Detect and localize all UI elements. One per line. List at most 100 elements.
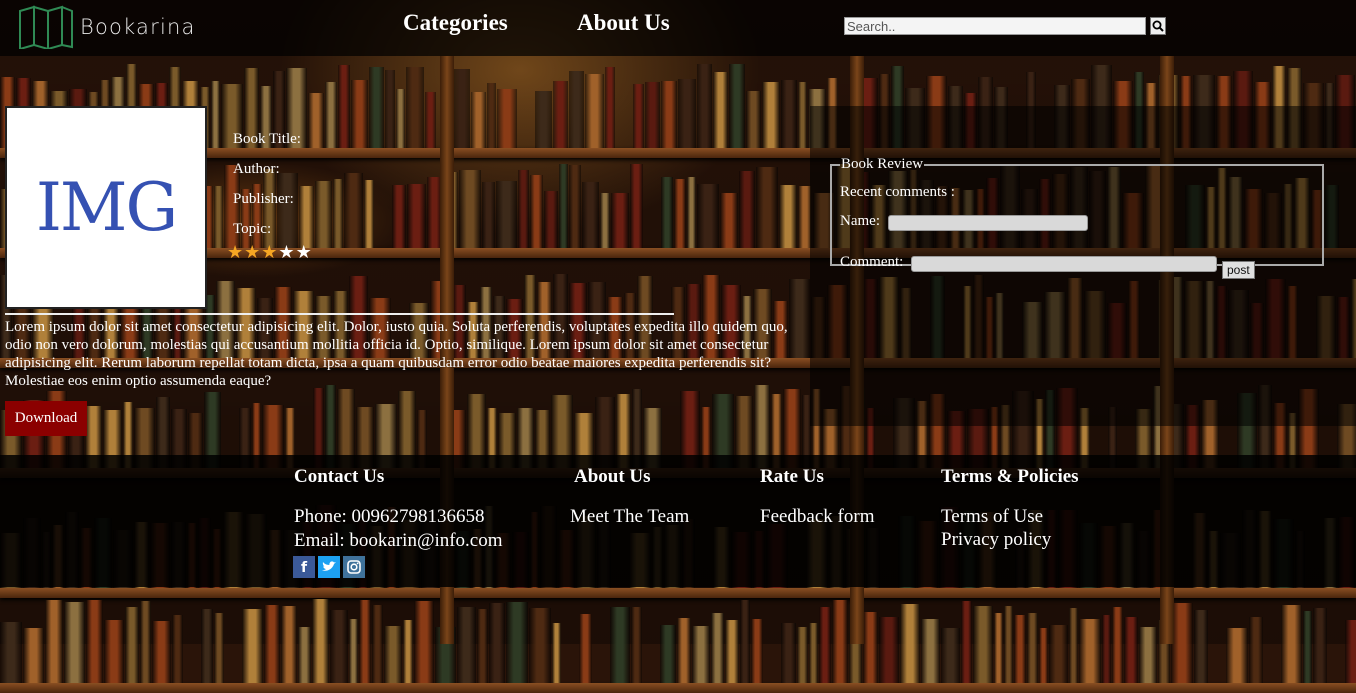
book-spine [471,92,486,148]
nav-about-us[interactable]: About Us [577,10,670,36]
book-spine [678,79,696,148]
comment-input[interactable] [911,256,1217,272]
contact-email: Email: bookarin@info.com [294,530,503,551]
recent-comments-label: Recent comments : [840,184,955,200]
book-spine [941,628,960,683]
book-spine [879,617,899,683]
book-spine [1303,611,1312,683]
book-spine [1069,608,1078,683]
book-spine [214,186,223,248]
book-spine [477,609,488,683]
nav-categories[interactable]: Categories [403,10,508,36]
search-input[interactable] [844,17,1146,35]
footer-terms-heading: Terms & Policies [941,466,1079,487]
book-spine [529,608,551,683]
book-spine [414,601,434,683]
book-spine [308,93,324,148]
book-spine [797,627,808,683]
book-spine [325,82,337,148]
book-spine [1313,608,1327,683]
book-spine [384,626,402,683]
star-empty-icon[interactable]: ★ [278,243,294,263]
name-label: Name: [840,213,880,229]
book-spine [674,179,686,248]
book-spine [559,164,568,248]
book-spine [692,626,710,683]
name-input[interactable] [888,215,1088,231]
book-spine [277,173,298,248]
book-spine [172,615,183,683]
book-spine [338,65,350,148]
contact-phone: Phone: 00962798136658 [294,506,485,527]
feedback-form-link[interactable]: Feedback form [760,506,874,528]
footer-contact-heading: Contact Us [294,466,385,487]
privacy-policy-link[interactable]: Privacy policy [941,529,1051,551]
book-spine [359,600,371,683]
book-spine [697,184,719,248]
book-spine [973,606,993,683]
book-spine [1049,625,1068,683]
book-spine [1102,615,1111,683]
author-label: Author: [233,161,280,177]
book-spine [552,623,561,683]
star-empty-icon[interactable]: ★ [296,243,312,263]
book-spine [281,606,297,683]
book-spine [725,620,739,683]
footer-rate-heading: Rate Us [760,466,824,487]
book-spine [1171,603,1193,683]
twitter-icon[interactable] [318,556,340,578]
book-spine [344,173,363,248]
book-spine [425,92,436,148]
footer: Contact Us Phone: 00962798136658 Email: … [0,455,1356,587]
comment-label: Comment: [840,254,904,270]
book-spine [720,193,738,248]
book-spine [779,185,797,248]
book-spine [751,619,763,683]
post-button[interactable]: post [1222,261,1255,279]
star-filled-icon[interactable]: ★ [244,243,260,263]
book-spine [832,600,848,683]
review-legend: Book Review [841,156,924,172]
shelf-plank [0,683,1356,693]
book-spine [403,620,413,683]
book-spine [535,91,552,148]
book-spine [496,181,517,248]
instagram-icon[interactable] [343,556,365,578]
book-cover-image: IMG [5,106,207,309]
terms-of-use-link[interactable]: Terms of Use [941,506,1043,528]
publisher-label: Publisher: [233,191,294,207]
rating-stars[interactable]: ★ ★ ★ ★ ★ [227,243,312,263]
book-spine [0,622,22,683]
brand-logo[interactable]: Bookarina [16,5,196,49]
book-spine [530,175,543,248]
social-links: f [293,556,365,578]
book-spine [697,64,712,148]
book-spine [396,89,405,148]
book-spine [553,81,568,148]
book-spine [125,607,139,683]
book-spine [372,605,383,683]
book-spine [406,67,424,148]
meet-the-team-link[interactable]: Meet The Team [570,506,689,528]
book-spine [711,613,724,683]
svg-text:f: f [301,560,308,576]
search-icon [1152,20,1164,32]
header-bar: Bookarina Categories About Us [0,0,1356,56]
book-spine [687,177,696,248]
book-spine [921,619,940,683]
description-divider [5,313,674,315]
book-spine [729,64,745,148]
search-button[interactable] [1150,17,1166,35]
book-spine [1124,617,1138,683]
download-button[interactable]: Download [5,401,87,436]
star-filled-icon[interactable]: ★ [227,243,243,263]
book-spine [1281,605,1302,683]
book-spine [298,627,311,683]
book-spine [152,621,171,683]
facebook-icon[interactable]: f [293,556,315,578]
book-spine [610,607,630,683]
book-spine [330,610,348,683]
book-spine [459,170,481,248]
footer-about-heading: About Us [574,466,651,487]
star-filled-icon[interactable]: ★ [261,243,277,263]
